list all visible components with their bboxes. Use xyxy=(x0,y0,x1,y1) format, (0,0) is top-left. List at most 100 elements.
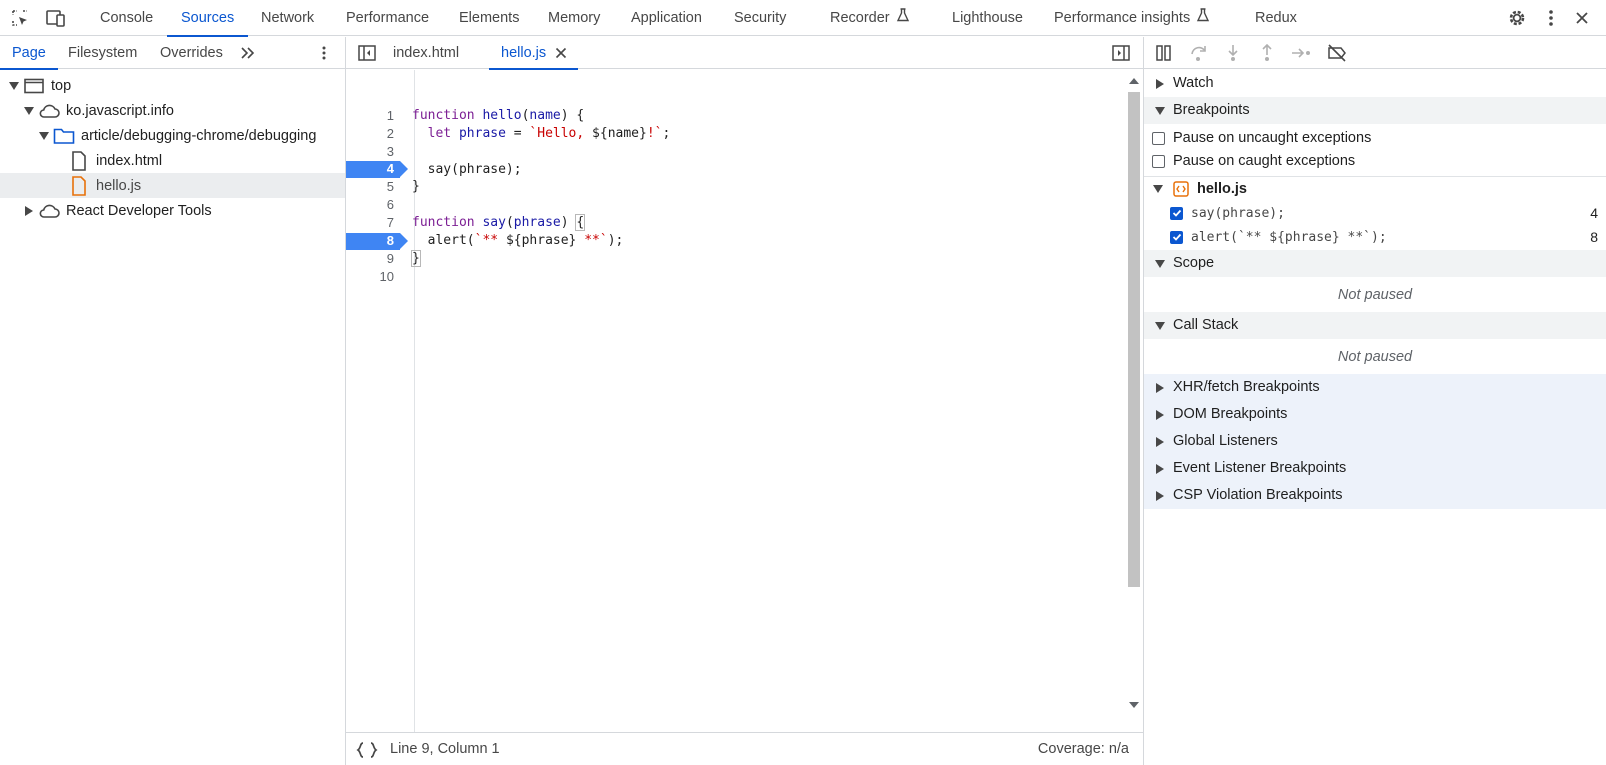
code-line-2[interactable]: let phrase = `Hello, ${name}!`; xyxy=(412,125,671,143)
expanded-triangle-icon[interactable] xyxy=(23,105,35,117)
tab-elements[interactable]: Elements xyxy=(459,0,519,36)
step-over-icon[interactable] xyxy=(1187,41,1211,65)
tab-security[interactable]: Security xyxy=(734,0,786,36)
section-xhr-breakpoints[interactable]: XHR/fetch Breakpoints xyxy=(1144,374,1606,401)
step-icon[interactable] xyxy=(1289,41,1313,65)
collapsed-triangle-icon[interactable] xyxy=(1154,436,1166,448)
tab-overrides[interactable]: Overrides xyxy=(160,37,223,69)
kebab-menu-icon[interactable] xyxy=(1539,6,1563,30)
code-line-7[interactable]: function say(phrase) { xyxy=(412,214,586,232)
step-into-icon[interactable] xyxy=(1221,41,1245,65)
tab-performance[interactable]: Performance xyxy=(346,0,429,36)
code-string: **` xyxy=(576,233,608,248)
code-punct: ); xyxy=(607,233,624,248)
tab-console[interactable]: Console xyxy=(100,0,153,36)
expanded-triangle-icon[interactable] xyxy=(1154,258,1166,270)
deactivate-breakpoints-icon[interactable] xyxy=(1325,41,1349,65)
line-number[interactable]: 3 xyxy=(346,143,394,161)
device-toolbar-icon[interactable] xyxy=(44,6,68,30)
tab-network[interactable]: Network xyxy=(261,0,314,36)
checkbox[interactable] xyxy=(1152,131,1165,145)
line-number-gutter[interactable]: 1 2 3 4 5 6 7 8 9 10 xyxy=(346,70,415,732)
line-number[interactable]: 6 xyxy=(346,196,394,214)
tree-item-react-devtools[interactable]: React Developer Tools xyxy=(0,198,345,223)
tree-item-folder[interactable]: article/debugging-chrome/debugging xyxy=(0,123,345,148)
expanded-triangle-icon[interactable] xyxy=(38,130,50,142)
section-csp-violation-breakpoints[interactable]: CSP Violation Breakpoints xyxy=(1144,482,1606,509)
tab-performance-insights[interactable]: Performance insights xyxy=(1054,0,1210,36)
pause-caught-checkbox[interactable]: Pause on caught exceptions xyxy=(1152,150,1355,172)
tab-lighthouse[interactable]: Lighthouse xyxy=(952,0,1023,36)
pause-icon[interactable] xyxy=(1152,41,1176,65)
tab-redux[interactable]: Redux xyxy=(1255,0,1297,36)
line-number[interactable]: 1 xyxy=(346,107,394,125)
collapsed-triangle-icon[interactable] xyxy=(1154,78,1166,90)
tab-hello-js[interactable]: hello.js xyxy=(488,37,579,70)
section-global-listeners[interactable]: Global Listeners xyxy=(1144,428,1606,455)
section-watch[interactable]: Watch xyxy=(1144,70,1606,97)
settings-gear-icon[interactable] xyxy=(1505,6,1529,30)
scrollbar-thumb[interactable] xyxy=(1128,92,1140,587)
collapsed-triangle-icon[interactable] xyxy=(23,205,35,217)
collapsed-triangle-icon[interactable] xyxy=(1154,409,1166,421)
cloud-icon xyxy=(38,101,60,121)
line-number[interactable]: 2 xyxy=(346,125,394,143)
tab-recorder[interactable]: Recorder xyxy=(830,0,910,36)
code-brace-match: { xyxy=(575,214,586,231)
expanded-triangle-icon[interactable] xyxy=(1154,320,1166,332)
section-event-listener-breakpoints[interactable]: Event Listener Breakpoints xyxy=(1144,455,1606,482)
line-number-breakpoint[interactable]: 8 xyxy=(346,232,394,250)
tab-filesystem[interactable]: Filesystem xyxy=(68,37,137,69)
breakpoint-file-group[interactable]: hello.js xyxy=(1152,177,1247,201)
expanded-triangle-icon[interactable] xyxy=(1152,183,1164,195)
section-breakpoints[interactable]: Breakpoints xyxy=(1144,97,1606,124)
curly-braces-icon[interactable] xyxy=(356,741,378,763)
collapsed-triangle-icon[interactable] xyxy=(1154,463,1166,475)
collapsed-triangle-icon[interactable] xyxy=(1154,382,1166,394)
line-number[interactable]: 10 xyxy=(346,268,394,286)
chevron-double-right-icon[interactable] xyxy=(240,46,256,60)
line-number[interactable]: 7 xyxy=(346,214,394,232)
section-scope[interactable]: Scope xyxy=(1144,250,1606,277)
tree-item-top[interactable]: top xyxy=(0,73,345,98)
code-line-1[interactable]: function hello(name) { xyxy=(412,107,584,125)
script-file-icon xyxy=(1171,179,1191,199)
kebab-menu-icon[interactable] xyxy=(322,46,326,60)
line-number-breakpoint[interactable]: 4 xyxy=(346,160,394,178)
tree-item-domain[interactable]: ko.javascript.info xyxy=(0,98,345,123)
tree-item-index-html[interactable]: index.html xyxy=(0,148,345,173)
step-out-icon[interactable] xyxy=(1255,41,1279,65)
collapsed-triangle-icon[interactable] xyxy=(1154,490,1166,502)
close-icon[interactable] xyxy=(1570,6,1594,30)
breakpoint-item[interactable]: say(phrase); 4 xyxy=(1170,201,1606,225)
code-line-4[interactable]: say(phrase); xyxy=(412,161,522,179)
section-call-stack[interactable]: Call Stack xyxy=(1144,312,1606,339)
checkbox-checked[interactable] xyxy=(1170,230,1183,244)
tab-memory[interactable]: Memory xyxy=(548,0,600,36)
line-number[interactable]: 9 xyxy=(346,250,394,268)
tab-application[interactable]: Application xyxy=(631,0,702,36)
line-number[interactable]: 5 xyxy=(346,178,394,196)
section-dom-breakpoints[interactable]: DOM Breakpoints xyxy=(1144,401,1606,428)
toggle-debugger-icon[interactable] xyxy=(1112,45,1130,61)
code-line-9[interactable]: } xyxy=(411,250,421,268)
tab-sources[interactable]: Sources xyxy=(166,0,249,37)
vertical-scrollbar[interactable] xyxy=(1125,70,1143,732)
code-line-8[interactable]: alert(`** ${phrase} **`); xyxy=(412,232,624,250)
scroll-up-arrow-icon[interactable] xyxy=(1129,78,1139,84)
tab-page[interactable]: Page xyxy=(0,37,58,70)
code-line-5[interactable]: } xyxy=(412,178,420,196)
scroll-down-arrow-icon[interactable] xyxy=(1129,702,1139,708)
checkbox[interactable] xyxy=(1152,154,1165,168)
tree-item-hello-js[interactable]: hello.js xyxy=(0,173,345,198)
expanded-triangle-icon[interactable] xyxy=(8,80,20,92)
tab-index-html[interactable]: index.html xyxy=(393,37,459,69)
toggle-navigator-icon[interactable] xyxy=(358,45,376,61)
inspect-element-icon[interactable] xyxy=(8,6,32,30)
expanded-triangle-icon[interactable] xyxy=(1154,105,1166,117)
pause-uncaught-checkbox[interactable]: Pause on uncaught exceptions xyxy=(1152,127,1371,149)
close-icon[interactable] xyxy=(555,47,567,59)
coverage-status[interactable]: Coverage: n/a xyxy=(1038,741,1129,757)
breakpoint-item[interactable]: alert(`** ${phrase} **`); 8 xyxy=(1170,225,1606,249)
checkbox-checked[interactable] xyxy=(1170,206,1183,220)
